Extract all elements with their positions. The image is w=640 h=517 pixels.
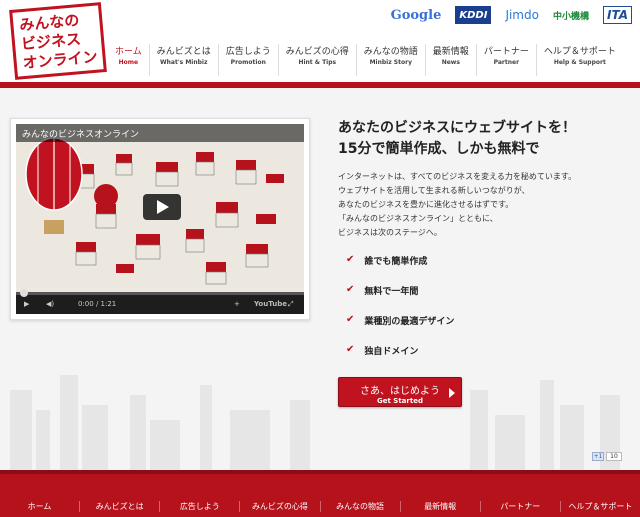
nav-item-promotion[interactable]: 広告しよう Promotion	[217, 44, 278, 76]
video-title: みんなのビジネスオンライン	[16, 124, 304, 142]
intro-line: あなたのビジネスを豊かに進化させるはずです。	[338, 200, 514, 209]
cta-sublabel: Get Started	[377, 397, 423, 405]
feature-label: 無料で一年間	[364, 287, 419, 297]
headline-line-1: あなたのビジネスにウェブサイトを！	[338, 120, 576, 136]
feature-label: 業種別の最適デザイン	[364, 317, 455, 327]
nav-label: 広告しよう	[225, 47, 271, 57]
nav-sublabel: Hint & Tips	[298, 59, 337, 66]
feature-item: ✔ 業種別の最適デザイン	[346, 314, 454, 344]
footer-link-help[interactable]: ヘルプ＆サポート	[559, 501, 640, 512]
nav-label: パートナー	[483, 47, 529, 57]
arrow-right-icon	[449, 388, 455, 398]
site-header: みんなの ビジネス オンライン Google KDDI Jimdo 中小機構 I…	[0, 0, 640, 88]
nav-item-about[interactable]: みんビズとは What's Minbiz	[148, 44, 218, 76]
headline-line-2: 15分で簡単作成、しかも無料で	[338, 141, 540, 157]
nav-item-partner[interactable]: パートナー Partner	[475, 44, 536, 76]
video-controls: ▶ ◀) 0:00 / 1:21 + YouTube ⤢	[16, 289, 304, 314]
city-skyline-illustration	[10, 375, 620, 470]
nav-sublabel: What's Minbiz	[160, 59, 208, 66]
footer-link-news[interactable]: 最新情報	[399, 501, 480, 512]
footer-link-about[interactable]: みんビズとは	[79, 501, 159, 512]
checkmark-icon: ✔	[346, 314, 355, 325]
settings-plus-icon[interactable]: +	[234, 300, 240, 308]
main-nav: ホーム Home みんビズとは What's Minbiz 広告しよう Prom…	[108, 44, 623, 76]
nav-label: ホーム	[115, 47, 142, 57]
checkmark-icon: ✔	[346, 344, 355, 355]
play-icon[interactable]	[143, 194, 181, 220]
footer-link-partner[interactable]: パートナー	[479, 501, 560, 512]
nav-sublabel: Home	[118, 59, 139, 66]
plus-one-icon[interactable]: +1	[592, 452, 604, 461]
partner-ita-logo[interactable]: ITA	[602, 6, 632, 24]
nav-item-home[interactable]: ホーム Home	[108, 44, 149, 76]
youtube-logo[interactable]: YouTube	[254, 300, 287, 308]
video-scrubber[interactable]	[20, 289, 28, 297]
nav-label: みんビズとは	[156, 47, 211, 57]
like-count: 10	[606, 452, 622, 461]
footer-link-home[interactable]: ホーム	[0, 501, 79, 512]
nav-sublabel: Partner	[493, 59, 520, 66]
nav-sublabel: Help & Support	[553, 59, 606, 66]
feature-label: 独自ドメイン	[364, 347, 419, 357]
intro-line: ビジネスは次のステージへ。	[338, 228, 442, 237]
get-started-button[interactable]: さあ、はじめよう Get Started	[338, 377, 462, 407]
nav-label: ヘルプ＆サポート	[543, 47, 616, 57]
nav-item-news[interactable]: 最新情報 News	[424, 44, 476, 76]
intro-line: ウェブサイトを活用して生まれる新しいつながりが、	[338, 186, 530, 195]
footer-nav: ホーム みんビズとは 広告しよう みんビズの心得 みんなの物語 最新情報 パート…	[0, 474, 640, 512]
feature-item: ✔ 独自ドメイン	[346, 344, 454, 374]
nav-label: みんビズの心得	[285, 47, 349, 57]
intro-line: 「みんなのビジネスオンライン」とともに、	[338, 214, 498, 223]
nav-sublabel: News	[441, 59, 460, 66]
intro-line: インターネットは、すべてのビジネスを変える力を秘めています。	[338, 172, 577, 181]
video-card: みんなのビジネスオンライン ▶ ◀) 0:00 / 1:21 + YouTube…	[10, 118, 310, 320]
nav-label: 最新情報	[432, 47, 469, 57]
feature-list: ✔ 誰でも簡単作成 ✔ 無料で一年間 ✔ 業種別の最適デザイン ✔ 独自ドメイン	[346, 254, 454, 374]
site-logo[interactable]: みんなの ビジネス オンライン	[9, 2, 107, 80]
fullscreen-icon[interactable]: ⤢	[288, 300, 294, 309]
feature-item: ✔ 無料で一年間	[346, 284, 454, 314]
video-time: 0:00 / 1:21	[78, 300, 117, 308]
nav-item-help[interactable]: ヘルプ＆サポート Help & Support	[535, 44, 623, 76]
play-control-icon[interactable]: ▶	[24, 300, 29, 308]
feature-label: 誰でも簡単作成	[364, 257, 428, 267]
cta-label: さあ、はじめよう	[360, 386, 440, 397]
checkmark-icon: ✔	[346, 254, 355, 265]
nav-sublabel: Minbiz Story	[369, 59, 412, 66]
partner-logos: Google KDDI Jimdo 中小機構 ITA	[391, 6, 632, 24]
hero-headline: あなたのビジネスにウェブサイトを！ 15分で簡単作成、しかも無料で	[338, 118, 576, 160]
footer-link-story[interactable]: みんなの物語	[319, 501, 400, 512]
partner-jimdo-logo[interactable]: Jimdo	[505, 6, 539, 24]
nav-sublabel: Promotion	[230, 59, 266, 66]
intro-text: インターネットは、すべてのビジネスを変える力を秘めています。 ウェブサイトを活用…	[338, 170, 576, 240]
checkmark-icon: ✔	[346, 284, 355, 295]
footer-link-promotion[interactable]: 広告しよう	[159, 501, 239, 512]
site-footer: ホーム みんビズとは 広告しよう みんビズの心得 みんなの物語 最新情報 パート…	[0, 470, 640, 517]
footer-link-tips[interactable]: みんビズの心得	[239, 501, 319, 512]
partner-kddi-logo[interactable]: KDDI	[455, 6, 492, 24]
partner-google-logo[interactable]: Google	[391, 6, 442, 24]
social-like-widget: +1 10	[592, 452, 622, 461]
nav-label: みんなの物語	[363, 47, 418, 57]
nav-item-story[interactable]: みんなの物語 Minbiz Story	[355, 44, 425, 76]
video-player[interactable]: みんなのビジネスオンライン ▶ ◀) 0:00 / 1:21 + YouTube…	[16, 124, 304, 314]
main-content: みんなのビジネスオンライン ▶ ◀) 0:00 / 1:21 + YouTube…	[0, 88, 640, 470]
logo-line-3: オンライン	[22, 47, 99, 73]
volume-icon[interactable]: ◀)	[46, 300, 54, 308]
nav-item-tips[interactable]: みんビズの心得 Hint & Tips	[277, 44, 356, 76]
video-progress-bar[interactable]	[16, 289, 304, 297]
partner-chusho-logo[interactable]: 中小機構	[553, 6, 589, 24]
feature-item: ✔ 誰でも簡単作成	[346, 254, 454, 284]
